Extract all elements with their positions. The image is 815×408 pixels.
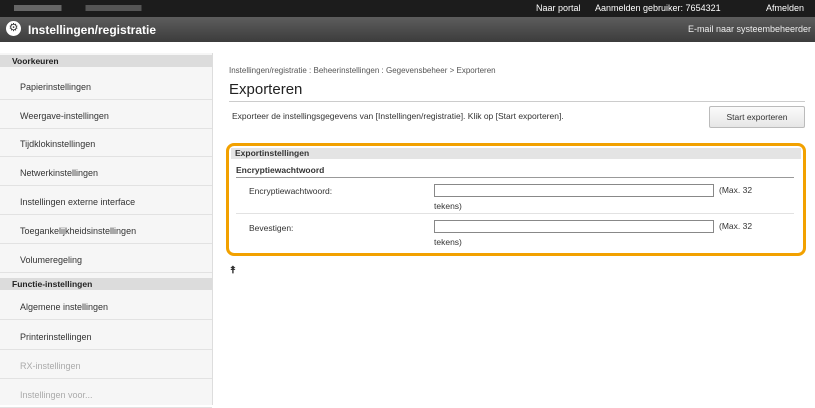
encryption-password-hint: (Max. 32: [719, 185, 753, 195]
sidebar-item-externe-interface[interactable]: Instellingen externe interface: [0, 189, 212, 215]
sidebar-item-papier[interactable]: Papierinstellingen: [0, 74, 212, 100]
sidebar-item-more[interactable]: Instellingen voor...: [0, 382, 212, 408]
breadcrumb: Instellingen/registratie : Beheerinstell…: [229, 66, 496, 75]
encryption-password-heading: Encryptiewachtwoord: [236, 165, 325, 175]
to-top-icon[interactable]: ⯭: [230, 265, 236, 276]
sidebar: Voorkeuren Papierinstellingen Weergave-i…: [0, 53, 213, 408]
start-export-button[interactable]: Start exporteren: [709, 106, 805, 128]
portal-link[interactable]: Naar portal: [536, 3, 581, 13]
sidebar-item-printer[interactable]: Printerinstellingen: [0, 324, 212, 350]
sidebar-item-algemeen[interactable]: Algemene instellingen: [0, 294, 212, 320]
export-settings-heading: Exportinstellingen: [231, 148, 801, 159]
page-description: Exporteer de instellingsgegevens van [In…: [232, 111, 564, 121]
subsection-divider: [236, 177, 794, 178]
sidebar-group-functie: Functie-instellingen: [0, 278, 212, 290]
sidebar-item-tijdklok[interactable]: Tijdklokinstellingen: [0, 131, 212, 157]
sidebar-item-weergave[interactable]: Weergave-instellingen: [0, 103, 212, 129]
brand-logo: [14, 5, 184, 11]
export-settings-highlight: [226, 143, 806, 256]
title-bar: ⚙ Instellingen/registratie E-mail naar s…: [0, 17, 815, 42]
sidebar-item-toegankelijkheid[interactable]: Toegankelijkheidsinstellingen: [0, 218, 212, 244]
row-divider: [236, 213, 794, 214]
page-title: Exporteren: [229, 81, 303, 98]
logout-link[interactable]: Afmelden: [766, 3, 804, 13]
top-bar: Naar portal Aanmelden gebruiker: 7654321…: [0, 0, 815, 17]
encryption-password-input[interactable]: [434, 184, 714, 197]
confirm-password-input[interactable]: [434, 220, 714, 233]
email-admin-link[interactable]: E-mail naar systeembeheerder: [688, 24, 811, 34]
sidebar-item-netwerk[interactable]: Netwerkinstellingen: [0, 160, 212, 186]
confirm-label: Bevestigen:: [249, 223, 294, 233]
sidebar-item-volume[interactable]: Volumeregeling: [0, 247, 212, 273]
encryption-password-hint-cont: tekens): [434, 201, 462, 211]
page-header-title: Instellingen/registratie: [28, 23, 157, 37]
title-divider: [229, 101, 805, 102]
encryption-password-label: Encryptiewachtwoord:: [249, 186, 333, 196]
user-label: Aanmelden gebruiker: 7654321: [595, 3, 721, 13]
confirm-password-hint-cont: tekens): [434, 237, 462, 247]
sidebar-item-rx[interactable]: RX-instellingen: [0, 353, 212, 379]
settings-icon: ⚙: [6, 21, 21, 36]
confirm-password-hint: (Max. 32: [719, 221, 753, 231]
sidebar-group-voorkeuren: Voorkeuren: [0, 55, 212, 67]
